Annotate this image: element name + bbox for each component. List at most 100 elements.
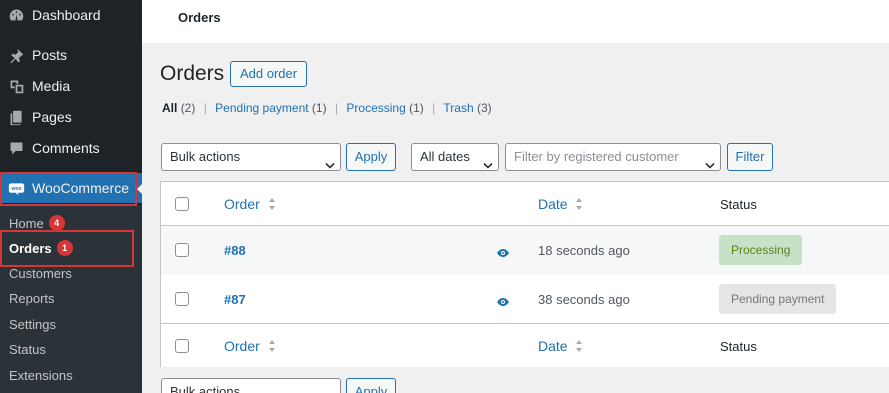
bulk-actions-select[interactable]: Bulk actions [161, 143, 341, 171]
apply-button-bottom[interactable]: Apply [346, 378, 396, 393]
sidebar-item-label: Posts [32, 47, 68, 63]
column-label: Order [224, 196, 260, 212]
filter-count: (3) [476, 101, 492, 115]
filter-all[interactable]: All [162, 101, 177, 115]
submenu-item-label: Customers [9, 266, 72, 281]
notification-badge: 4 [48, 215, 65, 231]
sidebar-item-label: Media [32, 78, 71, 94]
filter-pending-payment[interactable]: Pending payment [215, 101, 308, 115]
bulk-actions-select-bottom[interactable]: Bulk actions [161, 378, 341, 393]
chevron-down-icon [325, 153, 335, 169]
submenu-item-status[interactable]: Status [9, 342, 46, 357]
separator: | [334, 101, 339, 115]
table-footer-row: Order Date Status [161, 323, 889, 368]
submenu-item-extensions[interactable]: Extensions [9, 368, 73, 383]
filter-trash[interactable]: Trash [443, 101, 473, 115]
sort-icon [575, 339, 583, 356]
order-date: 18 seconds ago [538, 243, 630, 258]
header-title: Orders [178, 10, 221, 25]
chevron-down-icon [483, 153, 493, 169]
select-all-checkbox[interactable] [175, 197, 189, 211]
submenu-item-settings[interactable]: Settings [9, 317, 56, 332]
separator: | [203, 101, 207, 115]
sidebar-item-pages[interactable]: Pages [0, 102, 142, 132]
admin-sidebar: Dashboard Posts Media Pages Comments woo… [0, 0, 145, 393]
column-footer-order[interactable]: Order [224, 338, 276, 356]
dashboard-icon [6, 5, 26, 25]
table-row[interactable]: #88 18 seconds ago Processing [161, 226, 889, 275]
eye-icon[interactable] [496, 246, 510, 257]
svg-text:woo: woo [10, 186, 21, 192]
sort-icon [268, 197, 276, 214]
page-header: Orders [142, 0, 889, 43]
sort-icon [268, 339, 276, 356]
submenu-item-reports[interactable]: Reports [9, 291, 55, 306]
submenu-item-label: Extensions [9, 368, 73, 383]
sidebar-item-posts[interactable]: Posts [0, 40, 142, 70]
sidebar-item-label: WooCommerce [32, 180, 129, 196]
submenu-item-label: Home [9, 215, 44, 231]
column-header-order[interactable]: Order [224, 196, 276, 214]
woo-icon: woo [6, 178, 26, 198]
filter-processing[interactable]: Processing [346, 101, 405, 115]
column-footer-status: Status [720, 339, 757, 354]
sort-icon [575, 197, 583, 214]
status-filter-links: All (2) | Pending payment (1) | Processi… [162, 101, 492, 115]
chevron-down-icon [705, 153, 715, 169]
column-label: Date [538, 196, 568, 212]
apply-button[interactable]: Apply [346, 143, 396, 171]
filter-button[interactable]: Filter [727, 143, 773, 171]
date-filter-select[interactable]: All dates [411, 143, 499, 171]
submenu-item-orders[interactable]: Orders 1 [9, 240, 73, 256]
column-label: Order [224, 338, 260, 354]
column-label: Date [538, 338, 568, 354]
submenu-item-label: Orders [9, 240, 52, 256]
customer-filter-select[interactable]: Filter by registered customer [505, 143, 721, 171]
submenu-item-home[interactable]: Home 4 [9, 215, 65, 231]
notification-badge: 1 [56, 240, 73, 256]
order-link[interactable]: #88 [224, 243, 246, 258]
row-checkbox[interactable] [175, 243, 189, 257]
page-title: Orders [160, 62, 225, 85]
separator: | [432, 101, 436, 115]
sidebar-item-comments[interactable]: Comments [0, 133, 142, 163]
media-icon [6, 76, 26, 96]
select-all-checkbox[interactable] [175, 339, 189, 353]
bulk-actions-value: Bulk actions [170, 384, 241, 393]
bulk-actions-value: Bulk actions [170, 149, 241, 164]
submenu-item-customers[interactable]: Customers [9, 266, 72, 281]
pages-icon [6, 107, 26, 127]
sidebar-item-label: Dashboard [32, 7, 101, 23]
pin-icon [6, 45, 26, 65]
orders-table: Order Date Status #88 18 seconds ago Pro… [160, 181, 889, 367]
customer-filter-placeholder: Filter by registered customer [514, 149, 679, 164]
filter-count: (2) [180, 101, 196, 115]
sidebar-item-media[interactable]: Media [0, 71, 142, 101]
comment-icon [6, 138, 26, 158]
table-header-row: Order Date Status [161, 182, 889, 226]
table-row[interactable]: #87 38 seconds ago Pending payment [161, 275, 889, 323]
order-date: 38 seconds ago [538, 292, 630, 307]
sidebar-item-dashboard[interactable]: Dashboard [0, 0, 142, 30]
sidebar-item-woocommerce[interactable]: woo WooCommerce [0, 173, 142, 203]
column-header-status: Status [720, 197, 757, 212]
sidebar-item-label: Pages [32, 109, 72, 125]
column-header-date[interactable]: Date [538, 196, 583, 214]
filter-count: (1) [311, 101, 327, 115]
add-order-button[interactable]: Add order [230, 61, 308, 87]
date-filter-value: All dates [420, 149, 470, 164]
order-link[interactable]: #87 [224, 292, 246, 307]
submenu-item-label: Status [9, 342, 46, 357]
status-badge: Pending payment [719, 284, 837, 314]
eye-icon[interactable] [496, 295, 510, 306]
status-badge: Processing [719, 235, 803, 265]
row-checkbox[interactable] [175, 292, 189, 306]
sidebar-item-label: Comments [32, 140, 100, 156]
current-menu-pointer [137, 181, 145, 197]
submenu-item-label: Settings [9, 317, 56, 332]
woocommerce-submenu: Home 4 Orders 1 Customers Reports Settin… [0, 205, 142, 393]
chevron-down-icon [325, 388, 334, 393]
filter-count: (1) [409, 101, 424, 115]
column-footer-date[interactable]: Date [538, 338, 583, 356]
submenu-item-label: Reports [9, 291, 55, 306]
